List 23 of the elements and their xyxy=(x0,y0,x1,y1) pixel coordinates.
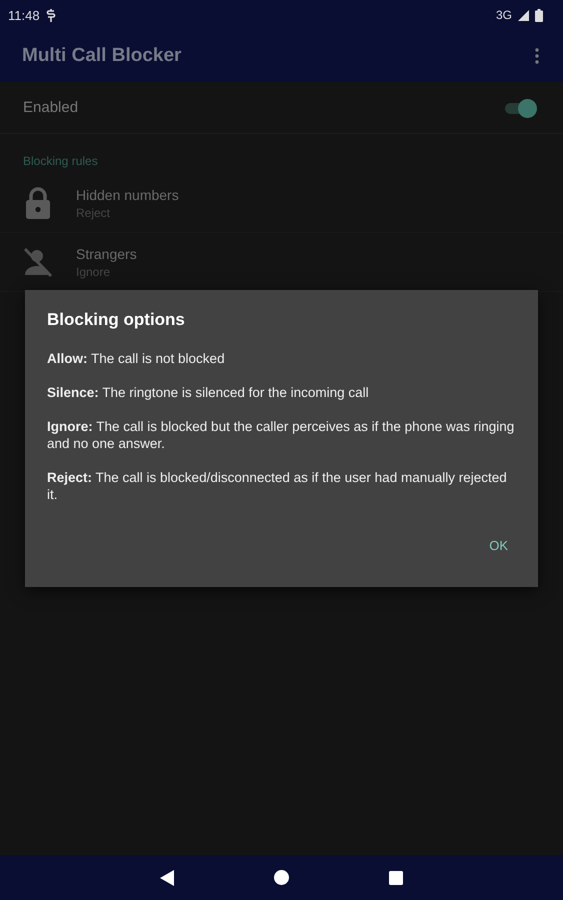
rule-title[interactable]: Strangers xyxy=(76,246,137,262)
recents-icon[interactable] xyxy=(389,870,403,884)
ok-button[interactable]: OK xyxy=(481,532,516,559)
option-description: Allow: The call is not blocked xyxy=(47,350,226,367)
rule-title[interactable]: Hidden numbers xyxy=(76,186,179,202)
more-menu-icon[interactable] xyxy=(535,48,539,64)
lock-icon xyxy=(23,187,53,219)
option-description: Silence: The ringtone is silenced for the incoming call xyxy=(47,384,370,401)
dialog-title: Blocking options xyxy=(47,310,186,330)
back-icon[interactable] xyxy=(160,870,174,886)
signal-icon xyxy=(518,10,529,20)
setting-label: Enabled xyxy=(23,99,78,116)
person-off-icon xyxy=(23,247,53,277)
option-description: Reject: The call is blocked/disconnected as if the user had manually rejected it. xyxy=(47,469,508,503)
network-text: 3G xyxy=(496,8,512,22)
battery-icon xyxy=(535,8,543,22)
home-icon[interactable] xyxy=(274,870,289,885)
notification-icon xyxy=(46,8,56,22)
app-title: Multi Call Blocker xyxy=(22,45,182,67)
section-header: Blocking rules xyxy=(22,153,99,170)
enabled-switch[interactable] xyxy=(503,98,537,118)
option-description: Ignore: The call is blocked but the caller perceives as if the phone was ringing and no one answer. xyxy=(47,418,516,452)
clock-text: 11:48 xyxy=(8,8,40,22)
